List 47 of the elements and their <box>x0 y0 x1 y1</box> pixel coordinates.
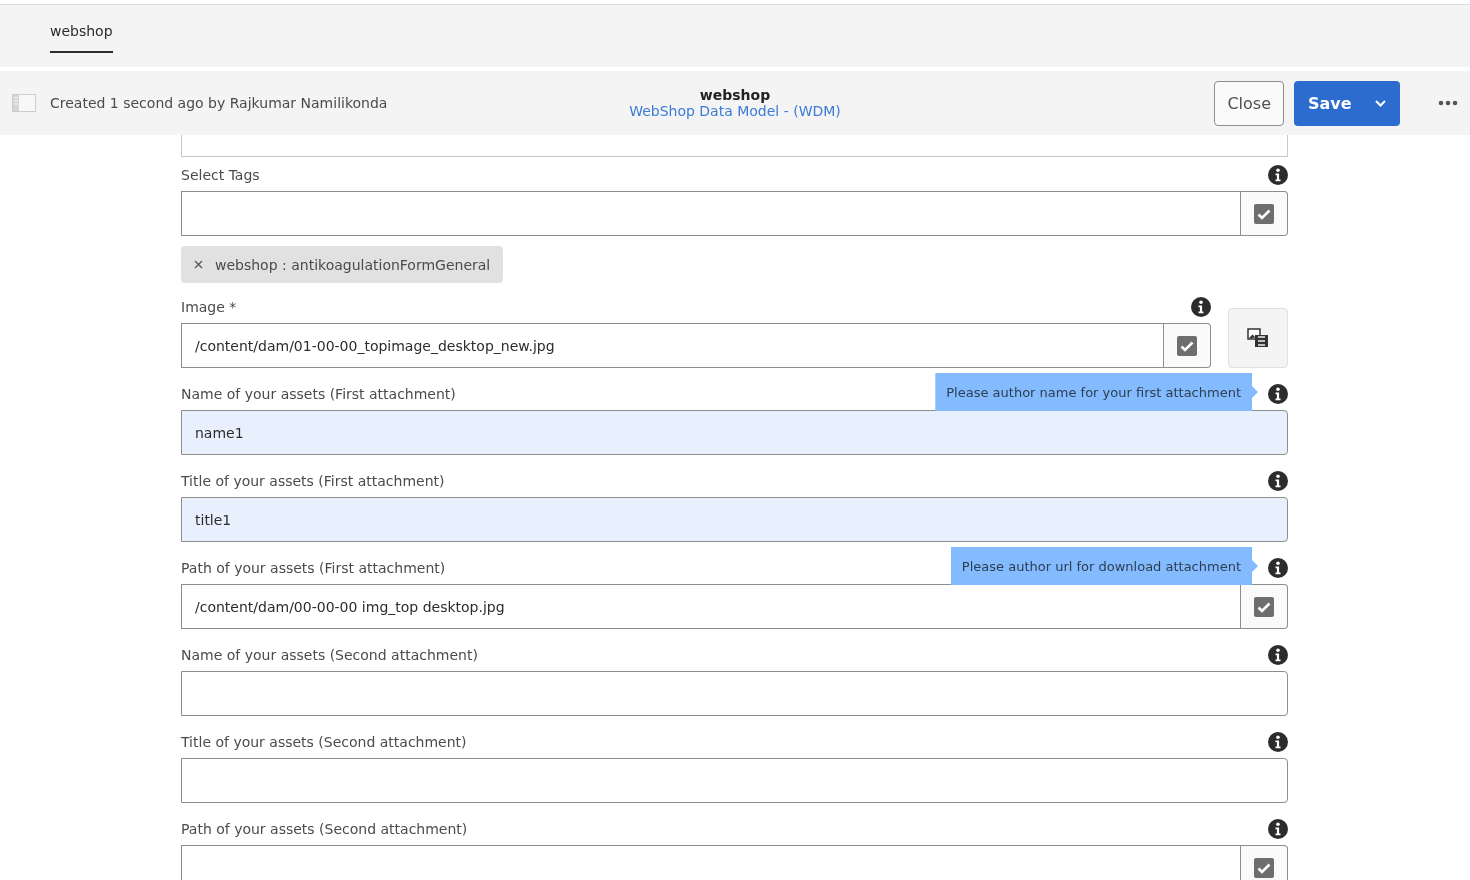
model-link[interactable]: WebShop Data Model - (WDM) <box>629 103 841 119</box>
checkbox-icon <box>1254 203 1274 224</box>
tooltip: Please author url for download attachment <box>950 547 1258 585</box>
info-icon[interactable] <box>1268 645 1288 665</box>
field-label: Name of your assets (Second attachment) <box>181 647 478 663</box>
picker-button[interactable] <box>1241 191 1288 236</box>
field-label: Title of your assets (First attachment) <box>181 473 445 489</box>
tooltip: Please author name for your first attachment <box>935 373 1258 411</box>
picker-button[interactable] <box>1164 323 1211 368</box>
page-title: webshop <box>699 87 771 103</box>
input-field[interactable]: /content/dam/00-00-00 img_top desktop.jpg <box>181 584 1241 629</box>
close-button[interactable]: Close <box>1214 80 1284 126</box>
save-button[interactable]: Save <box>1294 80 1400 126</box>
input-field[interactable]: title1 <box>181 497 1288 542</box>
input-field[interactable] <box>181 671 1288 716</box>
info-icon[interactable] <box>1268 732 1288 752</box>
created-info: Created 1 second ago by Rajkumar Namilikonda <box>50 95 388 111</box>
field-label: Path of your assets (First attachment) <box>181 560 446 576</box>
input-field[interactable] <box>181 135 1288 157</box>
input-field[interactable]: /content/dam/01-00-00_topimage_desktop_new.jpg <box>181 323 1164 368</box>
tag-label: webshop : antikoagulationFormGeneral <box>215 256 491 273</box>
close-icon[interactable] <box>194 260 203 269</box>
field-label: Name of your assets (First attachment) <box>181 386 456 402</box>
checkbox-icon <box>1254 596 1274 617</box>
image-film-icon <box>1247 328 1269 348</box>
info-icon[interactable] <box>1268 558 1288 578</box>
input-field[interactable] <box>181 191 1241 236</box>
asset-browser-button[interactable] <box>1228 308 1288 368</box>
input-field[interactable] <box>181 758 1288 803</box>
info-icon[interactable] <box>1268 384 1288 404</box>
checkbox-icon <box>1254 857 1274 878</box>
info-icon[interactable] <box>1191 297 1211 317</box>
input-field[interactable]: name1 <box>181 410 1288 455</box>
input-field[interactable] <box>181 845 1241 880</box>
info-icon[interactable] <box>1268 819 1288 839</box>
field-label: Path of your assets (Second attachment) <box>181 821 468 837</box>
field-label: Image * <box>181 299 237 315</box>
info-icon[interactable] <box>1268 471 1288 491</box>
chevron-down-icon <box>1375 99 1386 107</box>
picker-button[interactable] <box>1241 584 1288 629</box>
info-icon[interactable] <box>1268 165 1288 185</box>
picker-button[interactable] <box>1241 845 1288 880</box>
more-icon[interactable] <box>1438 100 1458 106</box>
checkbox-icon <box>1177 335 1197 356</box>
field-label: Select Tags <box>181 167 260 183</box>
field-label: Title of your assets (Second attachment) <box>181 734 467 750</box>
tab[interactable]: webshop <box>50 23 113 53</box>
